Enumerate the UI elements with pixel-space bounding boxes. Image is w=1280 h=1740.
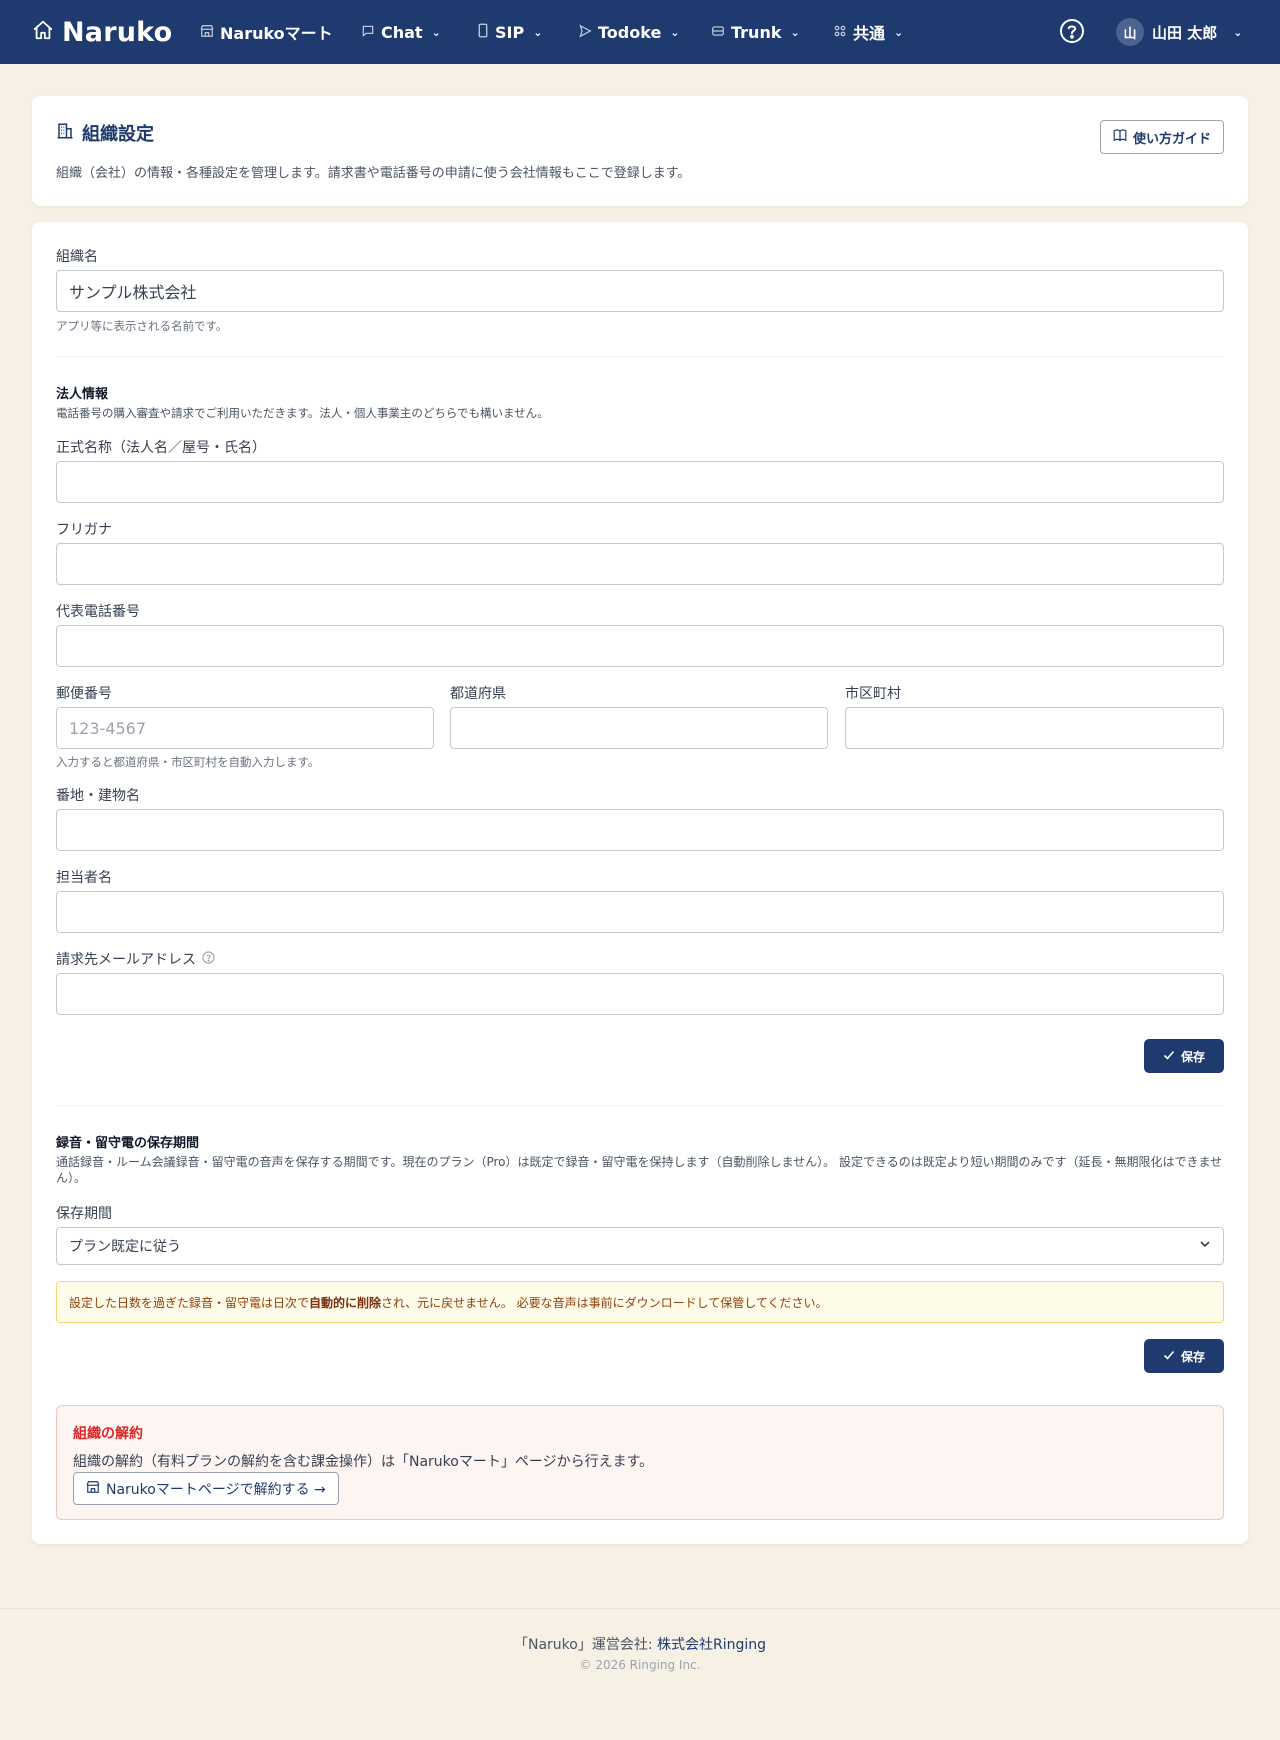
book-icon [1113, 128, 1127, 146]
save-corp-info-button[interactable]: 保存 [1144, 1039, 1224, 1073]
phone-icon [477, 23, 489, 42]
nav-item-chat[interactable]: Chat ⌄ [361, 0, 441, 64]
grid-icon [833, 23, 847, 42]
postal-hint: 入力すると都道府県・市区町村を自動入力します。 [56, 755, 320, 769]
retention-section-title: 録音・留守電の保存期間 [56, 1136, 200, 1151]
postal-label: 郵便番号 [56, 686, 112, 702]
billing-email-label: 請求先メールアドレス [56, 952, 196, 968]
nav-label: Trunk [731, 22, 782, 42]
chevron-down-icon [1199, 1238, 1211, 1254]
official-name-input[interactable] [56, 461, 1224, 503]
corp-section-description: 電話番号の購入審査や請求でご利用いただきます。法人・個人事業主のどちらでも構いま… [56, 406, 549, 420]
divider [56, 356, 1224, 357]
org-name-hint: アプリ等に表示される名前です。 [56, 319, 228, 333]
building-icon [56, 122, 74, 145]
deletion-warning: 設定した日数を過ぎた録音・留守電は日次で 自動的に削除 され、元に戻せません。 必要… [56, 1281, 1224, 1323]
footer-copyright: © 2026 Ringing Inc. [579, 1658, 701, 1672]
nav-label: SIP [495, 22, 525, 42]
nav-item-sip[interactable]: SIP ⌄ [477, 0, 542, 64]
footer-operator-prefix: 「Naruko」運営会社: [513, 1637, 657, 1653]
footer-operator: 「Naruko」運営会社: 株式会社Ringing [0, 1634, 1280, 1654]
user-name: 山田 太郎 [1152, 23, 1218, 42]
nav-item-common[interactable]: 共通 ⌄ [833, 0, 903, 64]
phone-label: 代表電話番号 [56, 604, 140, 620]
cancel-org-panel: 組織の解約 組織の解約（有料プランの解約を含む課金操作）は「Narukoマート」… [56, 1405, 1224, 1520]
chevron-down-icon: ⌄ [431, 25, 441, 39]
brand-home-link[interactable]: Naruko [32, 0, 172, 64]
save-label: 保存 [1180, 1349, 1205, 1364]
page-description: 組織（会社）の情報・各種設定を管理します。請求書や電話番号の申請に使う会社情報も… [56, 166, 691, 181]
postal-input[interactable]: 123-4567 [56, 707, 434, 749]
warning-text-post: され、元に戻せません。 必要な音声は事前にダウンロードして保管してください。 [381, 1295, 828, 1310]
home-icon [32, 19, 54, 45]
user-menu[interactable]: 山 山田 太郎 ⌄ [1116, 0, 1242, 64]
send-icon [578, 23, 592, 42]
corp-section-title: 法人情報 [56, 387, 109, 402]
usage-guide-label: 使い方ガイド [1132, 131, 1211, 147]
warning-text-pre: 設定した日数を過ぎた録音・留守電は日次で [69, 1295, 310, 1310]
info-icon[interactable] [202, 950, 215, 968]
help-icon[interactable] [1059, 18, 1085, 44]
divider [56, 1105, 1224, 1106]
page-title: 組織設定 [56, 120, 154, 146]
chat-bubble-icon [361, 23, 375, 42]
org-name-input[interactable]: サンプル株式会社 [56, 270, 1224, 312]
cancel-button-label: Narukoマートページで解約する → [106, 1481, 326, 1498]
furigana-label: フリガナ [56, 522, 112, 538]
nav-label: Todoke [598, 22, 662, 42]
footer-company-link[interactable]: 株式会社Ringing [657, 1637, 766, 1653]
cancel-org-description: 組織の解約（有料プランの解約を含む課金操作）は「Narukoマート」ページから行… [73, 1454, 654, 1470]
go-to-naruko-mart-cancel-button[interactable]: Narukoマートページで解約する → [73, 1472, 339, 1505]
address-label: 番地・建物名 [56, 788, 140, 804]
check-icon [1163, 1349, 1175, 1364]
database-icon [711, 23, 725, 42]
org-name-label: 組織名 [56, 249, 98, 265]
warning-text-bold: 自動的に削除 [309, 1295, 382, 1310]
retention-period-select[interactable]: プラン既定に従う [56, 1227, 1224, 1265]
avatar: 山 [1116, 18, 1144, 46]
city-label: 市区町村 [845, 686, 901, 702]
retention-period-value: プラン既定に従う [69, 1239, 181, 1255]
usage-guide-button[interactable]: 使い方ガイド [1099, 120, 1224, 154]
save-retention-button[interactable]: 保存 [1144, 1339, 1224, 1373]
store-icon [86, 1480, 100, 1498]
prefecture-input[interactable] [450, 707, 828, 749]
nav-label: Chat [381, 22, 423, 42]
chevron-down-icon: ⌄ [894, 25, 904, 39]
furigana-input[interactable] [56, 543, 1224, 585]
billing-email-label-row: 請求先メールアドレス [56, 949, 215, 969]
settings-form-card: 組織名 サンプル株式会社 アプリ等に表示される名前です。 法人情報 電話番号の購… [32, 222, 1248, 1544]
footer-divider [0, 1608, 1280, 1609]
check-icon [1163, 1049, 1175, 1064]
brand-name: Naruko [62, 16, 173, 48]
retention-period-label: 保存期間 [56, 1206, 112, 1222]
chevron-down-icon: ⌄ [790, 25, 800, 39]
nav-item-trunk[interactable]: Trunk ⌄ [711, 0, 800, 64]
page-header-card: 組織設定 組織（会社）の情報・各種設定を管理します。請求書や電話番号の申請に使う… [32, 96, 1248, 206]
chevron-down-icon: ⌄ [1233, 25, 1243, 39]
chevron-down-icon: ⌄ [533, 25, 543, 39]
nav-label: Narukoマート [220, 24, 333, 43]
city-input[interactable] [845, 707, 1224, 749]
top-navbar: Naruko Narukoマート Chat ⌄ SIP ⌄ Todoke ⌄ T… [0, 0, 1280, 64]
nav-item-todoke[interactable]: Todoke ⌄ [578, 0, 680, 64]
official-name-label: 正式名称（法人名／屋号・氏名） [56, 440, 266, 456]
page-title-text: 組織設定 [82, 124, 154, 145]
prefecture-label: 都道府県 [450, 686, 506, 702]
save-label: 保存 [1180, 1049, 1205, 1064]
store-icon [200, 23, 214, 42]
contact-name-label: 担当者名 [56, 870, 112, 886]
address-input[interactable] [56, 809, 1224, 851]
cancel-org-title: 組織の解約 [73, 1426, 143, 1442]
chevron-down-icon: ⌄ [670, 25, 680, 39]
contact-name-input[interactable] [56, 891, 1224, 933]
phone-input[interactable] [56, 625, 1224, 667]
retention-section-description: 通話録音・ルーム会議録音・留守電の音声を保存する期間です。現在のプラン（Pro）… [56, 1155, 1223, 1185]
nav-item-naruko-mart[interactable]: Narukoマート [200, 0, 333, 64]
billing-email-input[interactable] [56, 973, 1224, 1015]
nav-label: 共通 [853, 24, 886, 43]
